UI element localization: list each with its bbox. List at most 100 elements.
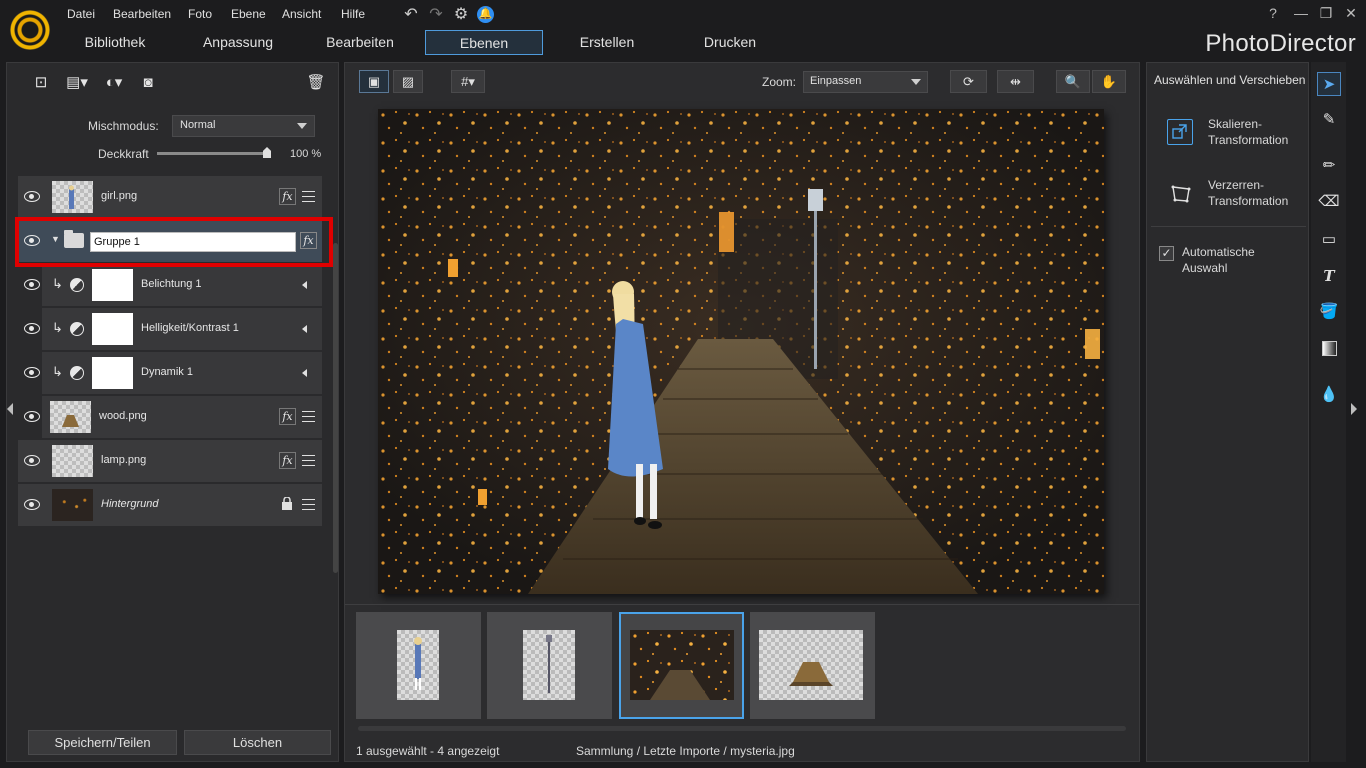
selection-brush-tool-icon[interactable]: ✎ xyxy=(1317,108,1341,132)
pencil-tool-icon[interactable]: ✏ xyxy=(1317,154,1341,178)
layer-settings-icon[interactable] xyxy=(300,452,317,469)
layer-settings-icon[interactable] xyxy=(300,408,317,425)
layer-row-wood[interactable]: wood.png fx xyxy=(24,396,322,439)
menu-hilfe[interactable]: Hilfe xyxy=(341,7,365,21)
menu-ebene[interactable]: Ebene xyxy=(231,7,266,21)
filmstrip-separator xyxy=(345,604,1139,605)
delete-button[interactable]: Löschen xyxy=(184,730,331,755)
fx-icon[interactable]: fx xyxy=(279,408,296,425)
menu-bearbeiten[interactable]: Bearbeiten xyxy=(113,7,171,21)
text-tool-icon[interactable]: T xyxy=(1317,264,1341,288)
adjustment-layer-icon[interactable]: ◐▾ xyxy=(102,73,126,93)
hand-tool-icon[interactable]: ✋ xyxy=(1092,70,1126,93)
image-canvas[interactable] xyxy=(378,109,1104,594)
scale-transform-button[interactable]: Skalieren- Transformation xyxy=(1208,116,1288,148)
water-drop-tool-icon[interactable]: 💧 xyxy=(1317,383,1341,407)
blend-mode-select[interactable]: Normal xyxy=(172,115,315,137)
eye-icon[interactable] xyxy=(24,191,40,203)
tab-ebenen[interactable]: Ebenen xyxy=(425,30,543,55)
eye-icon[interactable] xyxy=(24,455,40,467)
layer-thumbnail xyxy=(92,357,133,389)
layer-menu-icon[interactable]: ▤▾ xyxy=(65,73,89,93)
menu-datei[interactable]: Datei xyxy=(67,7,95,21)
tool-strip: ➤ ✎ ✏ ⌫ ▭ T 🪣 💧 xyxy=(1311,62,1346,762)
layer-settings-icon[interactable] xyxy=(300,188,317,205)
fx-icon[interactable]: fx xyxy=(279,452,296,469)
eye-icon[interactable] xyxy=(24,279,40,291)
eye-icon[interactable] xyxy=(24,499,40,511)
distort-transform-label: Verzerren- xyxy=(1208,178,1265,192)
filmstrip-thumbnail xyxy=(397,630,439,700)
eye-icon[interactable] xyxy=(24,323,40,335)
tab-bibliothek[interactable]: Bibliothek xyxy=(60,30,170,55)
tab-bearbeiten[interactable]: Bearbeiten xyxy=(305,30,415,55)
distort-transform-icon[interactable] xyxy=(1167,180,1193,206)
layer-thumbnail xyxy=(52,181,93,213)
trash-icon[interactable]: 🗑 xyxy=(304,73,328,93)
save-share-button[interactable]: Speichern/Teilen xyxy=(28,730,177,755)
close-button[interactable]: ✕ xyxy=(1340,5,1362,22)
fx-icon[interactable]: fx xyxy=(279,188,296,205)
layer-settings-icon[interactable] xyxy=(300,496,317,513)
collapse-arrow-icon[interactable] xyxy=(302,369,307,377)
grid-menu-icon[interactable]: #▾ xyxy=(451,70,485,93)
view-mode-single-icon[interactable]: ▣ xyxy=(359,70,389,93)
distort-transform-button[interactable]: Verzerren- Transformation xyxy=(1208,177,1288,209)
tab-erstellen[interactable]: Erstellen xyxy=(552,30,662,55)
rectangle-tool-icon[interactable]: ▭ xyxy=(1317,228,1341,252)
eraser-tool-icon[interactable]: ⌫ xyxy=(1317,190,1341,214)
minimize-button[interactable]: — xyxy=(1290,5,1312,21)
redo-icon[interactable]: ↷ xyxy=(426,5,446,25)
auto-select-checkbox[interactable]: ✓ xyxy=(1159,246,1174,261)
filmstrip-thumbnail xyxy=(759,630,863,700)
add-layer-icon[interactable]: ⊡ xyxy=(29,73,53,93)
opacity-slider-track[interactable] xyxy=(157,152,270,155)
filmstrip-scrollbar[interactable] xyxy=(358,726,1126,731)
filmstrip-item-lamp[interactable] xyxy=(487,612,612,719)
menu-foto[interactable]: Foto xyxy=(188,7,212,21)
layer-row-lamp[interactable]: lamp.png fx xyxy=(18,440,322,483)
help-button[interactable]: ? xyxy=(1262,5,1284,21)
layer-thumbnail xyxy=(50,401,91,433)
eye-icon[interactable] xyxy=(24,367,40,379)
collapse-arrow-icon[interactable] xyxy=(302,325,307,333)
zoom-tool-icon[interactable]: 🔍 xyxy=(1056,70,1090,93)
view-mode-compare-icon[interactable]: ▨ xyxy=(393,70,423,93)
collapse-right-panel-icon[interactable] xyxy=(1351,403,1357,415)
flip-icon[interactable]: ⇹ xyxy=(997,70,1034,93)
layer-list-scrollbar[interactable] xyxy=(333,243,338,573)
auto-select-label-line2: Auswahl xyxy=(1182,261,1228,275)
layer-name: wood.png xyxy=(99,410,147,422)
tab-anpassung[interactable]: Anpassung xyxy=(183,30,293,55)
filmstrip-item-girl[interactable] xyxy=(356,612,481,719)
rotate-icon[interactable]: ⟳ xyxy=(950,70,987,93)
scale-transform-label: Skalieren- xyxy=(1208,117,1263,131)
layer-row-adjustment[interactable]: ↳ Belichtung 1 xyxy=(24,264,322,307)
collapse-left-panel-icon[interactable] xyxy=(7,403,13,415)
layer-row-adjustment[interactable]: ↳ Helligkeit/Kontrast 1 xyxy=(24,308,322,351)
filmstrip-item-background[interactable] xyxy=(619,612,744,719)
select-move-tool-icon[interactable]: ➤ xyxy=(1317,72,1341,96)
settings-gear-icon[interactable]: ⚙ xyxy=(451,5,471,25)
notification-bell-icon[interactable]: 🔔 xyxy=(477,6,494,23)
restore-button[interactable]: ❐ xyxy=(1315,5,1337,22)
clip-arrow-icon: ↳ xyxy=(52,364,63,379)
zoom-select[interactable]: Einpassen xyxy=(803,71,928,93)
layer-row-background[interactable]: Hintergrund xyxy=(18,484,322,527)
opacity-slider-handle[interactable] xyxy=(263,147,271,158)
collapse-arrow-icon[interactable] xyxy=(302,281,307,289)
adjustment-icon xyxy=(70,278,84,292)
mask-icon[interactable]: ◙ xyxy=(136,73,160,93)
gradient-tool-icon[interactable] xyxy=(1317,336,1341,360)
tab-drucken[interactable]: Drucken xyxy=(675,30,785,55)
layer-row-girl[interactable]: girl.png fx xyxy=(18,176,322,219)
layer-row-adjustment[interactable]: ↳ Dynamik 1 xyxy=(24,352,322,395)
layer-name: Hintergrund xyxy=(101,498,159,510)
scale-transform-icon[interactable] xyxy=(1167,119,1193,145)
layer-thumbnail xyxy=(92,269,133,301)
menu-ansicht[interactable]: Ansicht xyxy=(282,7,321,21)
eye-icon[interactable] xyxy=(24,411,40,423)
filmstrip-item-wood[interactable] xyxy=(750,612,875,719)
undo-icon[interactable]: ↶ xyxy=(401,5,421,25)
fill-bucket-tool-icon[interactable]: 🪣 xyxy=(1317,300,1341,324)
